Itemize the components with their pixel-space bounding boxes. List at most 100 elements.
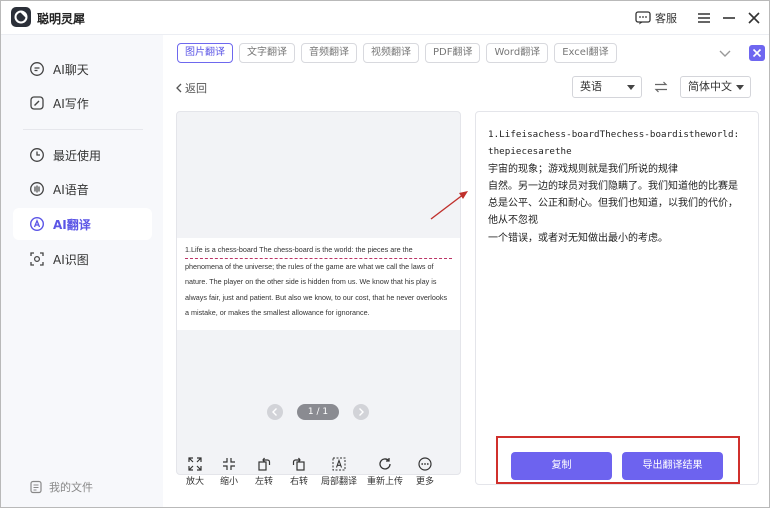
rotate-right-label: 右转 xyxy=(289,477,308,487)
sidebar-item-ai-voice[interactable]: AI语音 xyxy=(13,173,152,205)
target-language-value: 简体中文 xyxy=(688,80,732,93)
reupload-button[interactable]: 重新上传 xyxy=(363,457,407,487)
source-image-text: 1.Life is a chess-board The chess-board … xyxy=(177,238,460,330)
rotate-right-button[interactable]: 右转 xyxy=(279,457,319,487)
image-preview: 1.Life is a chess-board The chess-board … xyxy=(176,111,461,475)
caret-down-icon xyxy=(627,85,635,90)
result-line: 宇宙的现象；游戏规则就是我们所说的规律 xyxy=(488,163,678,175)
more-button[interactable]: 更多 xyxy=(405,457,445,487)
my-files-link[interactable]: 我的文件 xyxy=(29,479,93,495)
tab-text-translate[interactable]: 文字翻译 xyxy=(239,43,295,63)
prev-page-button[interactable] xyxy=(267,404,283,420)
result-line: 他从不忽视 xyxy=(488,215,538,227)
app-name: 聪明灵犀 xyxy=(37,12,86,26)
partial-translate-icon xyxy=(332,457,346,471)
sidebar-item-ai-writing[interactable]: AI写作 xyxy=(13,87,152,119)
main-panel: 图片翻译 文字翻译 音频翻译 视频翻译 PDF翻译 Word翻译 Excel翻译… xyxy=(163,35,769,507)
refresh-icon xyxy=(379,458,391,470)
tab-pdf-translate[interactable]: PDF翻译 xyxy=(425,43,481,63)
close-panel-button[interactable] xyxy=(749,45,765,61)
result-line: 自然。另一边的球员对我们隐瞒了。我们知道他的比赛是 xyxy=(488,180,738,192)
sidebar-item-label: 最近使用 xyxy=(53,148,102,163)
result-line: 总是公平、公正和耐心。但我们也知道，以我们的代价， xyxy=(488,198,738,210)
source-language-value: 英语 xyxy=(580,80,602,93)
doc-line: phenomena of the universe; the rules of … xyxy=(185,261,434,271)
my-files-label: 我的文件 xyxy=(49,481,93,494)
customer-service-label: 客服 xyxy=(655,12,677,25)
page-indicator: 1 / 1 xyxy=(297,404,339,420)
sidebar-item-label: AI识图 xyxy=(53,252,89,267)
sidebar-item-ai-translate[interactable]: AI翻译 xyxy=(13,208,152,240)
chat-icon xyxy=(30,62,44,76)
customer-service-icon xyxy=(635,11,651,25)
back-link[interactable]: 返回 xyxy=(175,80,207,96)
doc-line: 1.Life is a chess-board The chess-board … xyxy=(185,242,452,259)
caret-down-icon xyxy=(736,85,744,90)
translate-tabs: 图片翻译 文字翻译 音频翻译 视频翻译 PDF翻译 Word翻译 Excel翻译 xyxy=(177,43,617,63)
customer-service-button[interactable]: 客服 xyxy=(635,8,677,28)
zoom-in-label: 放大 xyxy=(185,477,204,487)
result-line: 一个错误，或者对无知做出最小的考虑。 xyxy=(488,232,668,244)
result-line: 1.Lifeisachess-boardThechess-boardisthew… xyxy=(488,129,740,140)
close-icon[interactable] xyxy=(745,9,763,27)
chevron-right-icon xyxy=(359,408,364,416)
translate-icon xyxy=(29,216,45,232)
result-line: thepiecesarethe xyxy=(488,146,572,158)
close-icon xyxy=(752,48,762,58)
page-navigation: 1 / 1 xyxy=(267,404,369,420)
target-language-select[interactable]: 简体中文 xyxy=(680,76,751,98)
rotate-right-icon xyxy=(292,457,305,471)
zoom-out-button[interactable]: 缩小 xyxy=(209,457,249,487)
tab-audio-translate[interactable]: 音频翻译 xyxy=(301,43,357,63)
back-label: 返回 xyxy=(185,82,207,95)
sidebar-divider xyxy=(23,129,143,130)
rotate-left-icon xyxy=(258,457,271,471)
more-icon xyxy=(418,457,432,471)
doc-line: nature. The player on the other side is … xyxy=(185,277,437,287)
sidebar-item-ai-image-recognition[interactable]: AI识图 xyxy=(13,243,152,275)
rotate-left-label: 左转 xyxy=(254,477,273,487)
tab-word-translate[interactable]: Word翻译 xyxy=(486,43,549,63)
voice-icon xyxy=(30,182,44,196)
file-icon xyxy=(30,480,42,494)
sidebar: AI聊天 AI写作 最近使用 AI语音 AI翻译 AI识图 我的文件 xyxy=(1,35,163,507)
clock-icon xyxy=(30,148,44,162)
sidebar-item-label: AI写作 xyxy=(53,96,89,111)
partial-translate-button[interactable]: 局部翻译 xyxy=(317,457,361,487)
source-language-select[interactable]: 英语 xyxy=(572,76,642,98)
doc-line: always fair, just and patient. But also … xyxy=(185,292,448,302)
tab-video-translate[interactable]: 视频翻译 xyxy=(363,43,419,63)
copy-button[interactable]: 复制 xyxy=(511,452,612,480)
expand-icon xyxy=(188,457,202,471)
chevron-down-icon[interactable] xyxy=(718,47,732,59)
zoom-out-label: 缩小 xyxy=(219,477,238,487)
write-icon xyxy=(30,96,44,110)
highlight-box: 复制 导出翻译结果 xyxy=(496,436,740,484)
translation-result-panel: 1.Lifeisachess-boardThechess-boardisthew… xyxy=(475,111,759,485)
image-toolbar: 放大 缩小 左转 右转 局部翻译 重新上传 更多 xyxy=(177,457,467,493)
sidebar-item-label: AI翻译 xyxy=(53,217,91,232)
translation-text: 1.Lifeisachess-boardThechess-boardisthew… xyxy=(488,126,750,247)
tab-excel-translate[interactable]: Excel翻译 xyxy=(554,43,617,63)
sidebar-item-ai-chat[interactable]: AI聊天 xyxy=(13,53,152,85)
export-result-button[interactable]: 导出翻译结果 xyxy=(622,452,723,480)
shrink-icon xyxy=(223,458,235,470)
next-page-button[interactable] xyxy=(353,404,369,420)
app-window: 聪明灵犀 客服 AI聊天 AI写作 最近使用 AI语音 AI翻译 AI识图 我的… xyxy=(0,0,770,508)
scan-icon xyxy=(30,252,44,266)
chevron-left-icon xyxy=(272,408,277,416)
app-logo-icon xyxy=(11,7,31,27)
more-label: 更多 xyxy=(415,477,434,487)
sidebar-item-label: AI语音 xyxy=(53,182,89,197)
menu-icon[interactable] xyxy=(695,9,713,27)
rotate-left-button[interactable]: 左转 xyxy=(244,457,284,487)
swap-icon[interactable] xyxy=(654,81,668,93)
minimize-icon[interactable] xyxy=(720,9,738,27)
doc-line: a mistake, or makes the smallest allowan… xyxy=(185,308,370,318)
reupload-label: 重新上传 xyxy=(366,477,403,487)
partial-translate-label: 局部翻译 xyxy=(320,477,357,487)
sidebar-item-recent[interactable]: 最近使用 xyxy=(13,139,152,171)
tab-image-translate[interactable]: 图片翻译 xyxy=(177,43,233,63)
sidebar-item-label: AI聊天 xyxy=(53,62,89,77)
chevron-left-icon xyxy=(176,83,182,93)
